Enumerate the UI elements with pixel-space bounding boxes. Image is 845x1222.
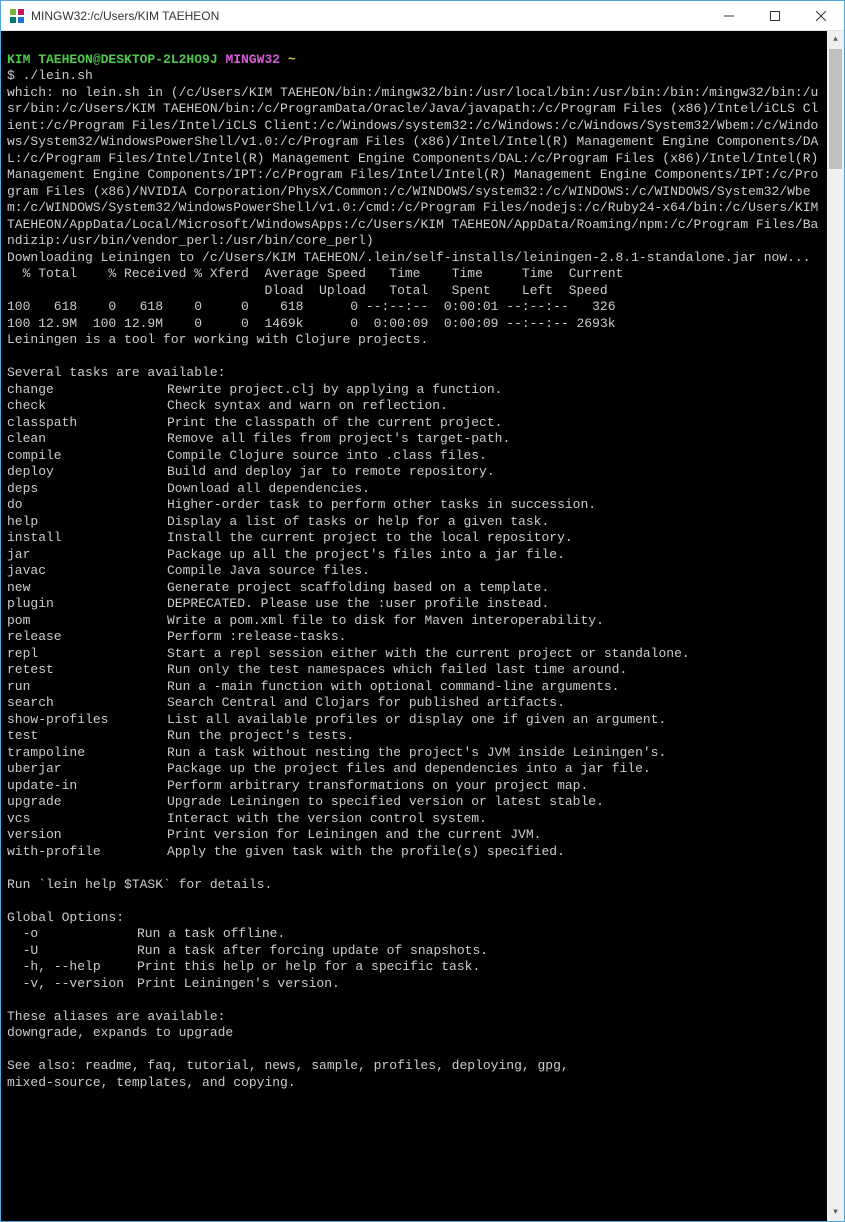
- terminal-body: KIM TAEHEON@DESKTOP-2L2HO9J MINGW32 ~ $ …: [1, 31, 844, 1221]
- scroll-up-icon[interactable]: ▲: [827, 31, 844, 48]
- scrollbar-thumb[interactable]: [829, 49, 842, 169]
- titlebar[interactable]: MINGW32:/c/Users/KIM TAEHEON: [1, 1, 844, 31]
- scroll-down-icon[interactable]: ▼: [827, 1204, 844, 1221]
- window-controls: [706, 1, 844, 31]
- app-icon: [9, 8, 25, 24]
- terminal-output[interactable]: KIM TAEHEON@DESKTOP-2L2HO9J MINGW32 ~ $ …: [1, 31, 827, 1221]
- maximize-button[interactable]: [752, 1, 798, 31]
- vertical-scrollbar[interactable]: ▲ ▼: [827, 31, 844, 1221]
- terminal-window: MINGW32:/c/Users/KIM TAEHEON KIM TAEHEON…: [0, 0, 845, 1222]
- window-title: MINGW32:/c/Users/KIM TAEHEON: [31, 9, 706, 23]
- minimize-button[interactable]: [706, 1, 752, 31]
- close-button[interactable]: [798, 1, 844, 31]
